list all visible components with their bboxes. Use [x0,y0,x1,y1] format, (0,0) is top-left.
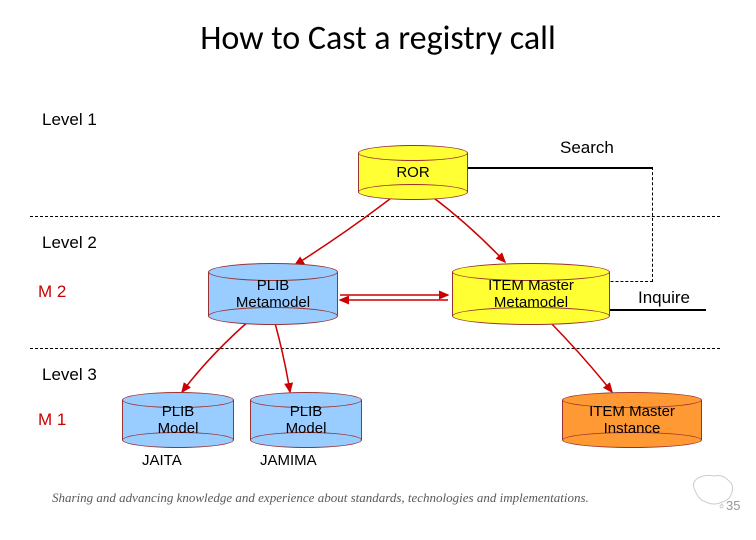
level-1-label: Level 1 [42,110,97,130]
search-dashed-down [652,167,653,282]
dashed-divider-2 [30,348,720,349]
plib-model-1-cylinder: PLIB Model [122,392,234,448]
plib-metamodel-cylinder: PLIB Metamodel [208,263,338,325]
search-label: Search [560,138,614,158]
dashed-divider-1 [30,216,720,217]
m1-label: M 1 [38,410,66,430]
plib-model-2-cylinder: PLIB Model [250,392,362,448]
item-instance-cylinder: ITEM Master Instance [562,392,702,448]
footer-text: Sharing and advancing knowledge and expe… [52,490,589,506]
slide-title: How to Cast a registry call [0,0,756,59]
item-instance-text: ITEM Master Instance [562,403,702,438]
arrows-layer [0,0,756,540]
search-line [465,167,653,169]
plib-model-2-text: PLIB Model [250,403,362,438]
plib-model-1-text: PLIB Model [122,403,234,438]
m2-label: M 2 [38,282,66,302]
item-metamodel-cylinder: ITEM Master Metamodel [452,263,610,325]
ror-cylinder: ROR [358,145,468,200]
plib-meta-text: PLIB Metamodel [208,277,338,312]
level-3-label: Level 3 [42,365,97,385]
item-meta-text: ITEM Master Metamodel [452,277,610,312]
inquire-label: Inquire [638,288,690,308]
inquire-line [608,309,706,311]
level-2-label: Level 2 [42,233,97,253]
ror-text: ROR [358,164,468,181]
jamima-label: JAMIMA [260,452,317,469]
jaita-label: JAITA [142,452,182,469]
australia-map-icon [688,470,738,510]
